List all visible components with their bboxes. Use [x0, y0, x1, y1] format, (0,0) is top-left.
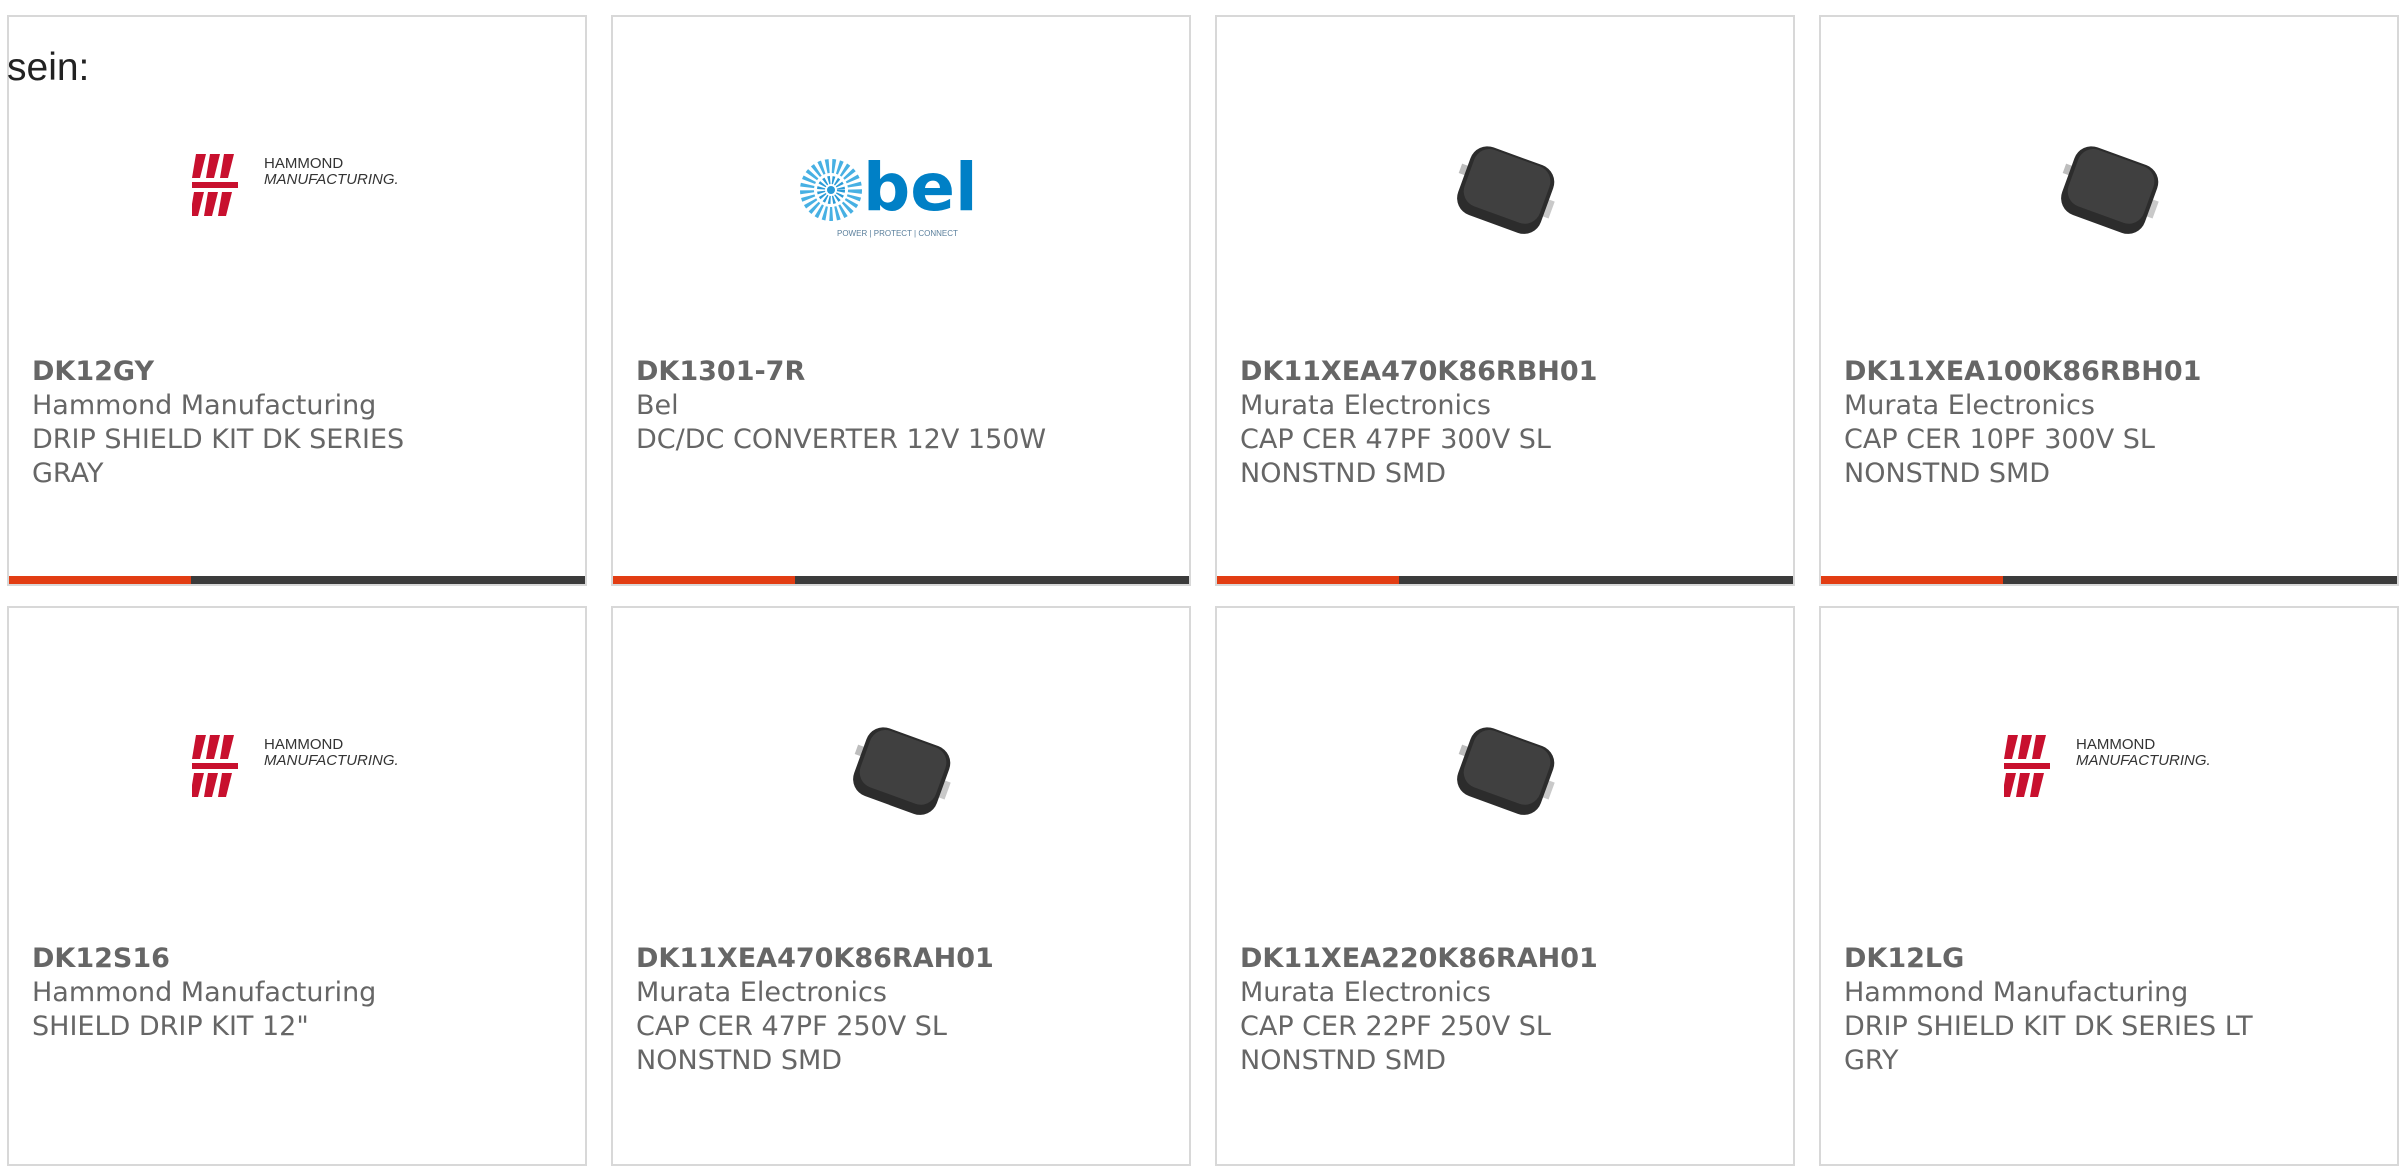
manufacturer-name: Murata Electronics [1240, 390, 1491, 421]
product-card[interactable]: DK11XEA220K86RAH01 Murata Electronics CA… [1215, 606, 1795, 1166]
card-accent-bar [1821, 576, 2397, 584]
product-card[interactable]: DK11XEA470K86RBH01 Murata Electronics CA… [1215, 15, 1795, 586]
part-number[interactable]: DK11XEA470K86RBH01 [1240, 355, 1773, 389]
smd-capacitor-icon [1457, 727, 1555, 815]
product-description-cont: NONSTND SMD [1844, 458, 2051, 489]
part-number[interactable]: DK12LG [1844, 942, 2377, 976]
product-image[interactable] [613, 688, 1189, 858]
part-number[interactable]: DK12S16 [32, 942, 565, 976]
product-description: CAP CER 47PF 300V SL [1240, 424, 1551, 455]
product-description: SHIELD DRIP KIT 12" [32, 1011, 309, 1042]
hammond-logo: HAMMOND MANUFACTURING. [192, 154, 399, 216]
manufacturer-name: Murata Electronics [1240, 977, 1491, 1008]
svg-text:bel: bel [863, 149, 978, 226]
product-image[interactable]: HAMMOND MANUFACTURING. [9, 688, 585, 858]
product-card[interactable]: HAMMOND MANUFACTURING. DK12LG Hammond Ma… [1819, 606, 2399, 1166]
product-description-cont: NONSTND SMD [636, 1045, 843, 1076]
manufacturer-name: Hammond Manufacturing [32, 977, 377, 1008]
product-info: DK11XEA470K86RAH01 Murata Electronics CA… [636, 942, 1169, 1078]
product-info: DK11XEA470K86RBH01 Murata Electronics CA… [1240, 355, 1773, 491]
manufacturer-name: Hammond Manufacturing [32, 390, 377, 421]
svg-text:HAMMOND: HAMMOND [264, 155, 343, 172]
card-accent-bar [613, 576, 1189, 584]
product-info: DK11XEA220K86RAH01 Murata Electronics CA… [1240, 942, 1773, 1078]
product-description-cont: GRY [1844, 1045, 1899, 1076]
product-description: DRIP SHIELD KIT DK SERIES LT [1844, 1011, 2253, 1042]
product-description-cont: NONSTND SMD [1240, 458, 1447, 489]
product-card[interactable]: bel POWER | PROTECT | CONNECT DK1301-7R … [611, 15, 1191, 586]
manufacturer-name: Murata Electronics [1844, 390, 2095, 421]
product-description: DC/DC CONVERTER 12V 150W [636, 424, 1047, 455]
card-accent-bar [1217, 576, 1793, 584]
product-info: DK1301-7R Bel DC/DC CONVERTER 12V 150W [636, 355, 1169, 457]
svg-text:MANUFACTURING.: MANUFACTURING. [2076, 752, 2211, 769]
product-image[interactable] [1217, 107, 1793, 277]
product-info: DK12LG Hammond Manufacturing DRIP SHIELD… [1844, 942, 2377, 1078]
svg-text:HAMMOND: HAMMOND [264, 736, 343, 753]
manufacturer-name: Hammond Manufacturing [1844, 977, 2189, 1008]
manufacturer-name: Murata Electronics [636, 977, 887, 1008]
smd-capacitor-icon [2061, 146, 2159, 234]
hammond-logo: HAMMOND MANUFACTURING. [192, 735, 399, 797]
product-description-cont: NONSTND SMD [1240, 1045, 1447, 1076]
part-number[interactable]: DK11XEA220K86RAH01 [1240, 942, 1773, 976]
product-description: DRIP SHIELD KIT DK SERIES [32, 424, 405, 455]
manufacturer-name: Bel [636, 390, 679, 421]
part-number[interactable]: DK11XEA470K86RAH01 [636, 942, 1169, 976]
product-image[interactable] [1217, 688, 1793, 858]
card-accent-bar [9, 576, 585, 584]
product-info: DK11XEA100K86RBH01 Murata Electronics CA… [1844, 355, 2377, 491]
hammond-logo: HAMMOND MANUFACTURING. [2004, 735, 2211, 797]
svg-text:HAMMOND: HAMMOND [2076, 736, 2155, 753]
product-grid: HAMMOND MANUFACTURING. DK12GY Hammond Ma… [7, 15, 2399, 1166]
product-image[interactable]: bel POWER | PROTECT | CONNECT [613, 107, 1189, 277]
product-card[interactable]: HAMMOND MANUFACTURING. DK12GY Hammond Ma… [7, 15, 587, 586]
product-description-cont: GRAY [32, 458, 104, 489]
product-description: CAP CER 10PF 300V SL [1844, 424, 2155, 455]
bel-logo: bel POWER | PROTECT | CONNECT [800, 149, 978, 238]
product-card[interactable]: DK11XEA470K86RAH01 Murata Electronics CA… [611, 606, 1191, 1166]
smd-capacitor-icon [853, 727, 951, 815]
product-info: DK12S16 Hammond Manufacturing SHIELD DRI… [32, 942, 565, 1044]
product-info: DK12GY Hammond Manufacturing DRIP SHIELD… [32, 355, 565, 491]
part-number[interactable]: DK1301-7R [636, 355, 1169, 389]
product-description: CAP CER 22PF 250V SL [1240, 1011, 1551, 1042]
product-image[interactable] [1821, 107, 2397, 277]
smd-capacitor-icon [1457, 146, 1555, 234]
product-card[interactable]: DK11XEA100K86RBH01 Murata Electronics CA… [1819, 15, 2399, 586]
product-description: CAP CER 47PF 250V SL [636, 1011, 947, 1042]
svg-text:MANUFACTURING.: MANUFACTURING. [264, 752, 399, 769]
product-card[interactable]: HAMMOND MANUFACTURING. DK12S16 Hammond M… [7, 606, 587, 1166]
part-number[interactable]: DK12GY [32, 355, 565, 389]
product-image[interactable]: HAMMOND MANUFACTURING. [9, 107, 585, 277]
svg-text:POWER | PROTECT | CONNECT: POWER | PROTECT | CONNECT [837, 229, 958, 238]
svg-text:MANUFACTURING.: MANUFACTURING. [264, 171, 399, 188]
intro-label: sein: [7, 46, 90, 89]
product-image[interactable]: HAMMOND MANUFACTURING. [1821, 688, 2397, 858]
part-number[interactable]: DK11XEA100K86RBH01 [1844, 355, 2377, 389]
